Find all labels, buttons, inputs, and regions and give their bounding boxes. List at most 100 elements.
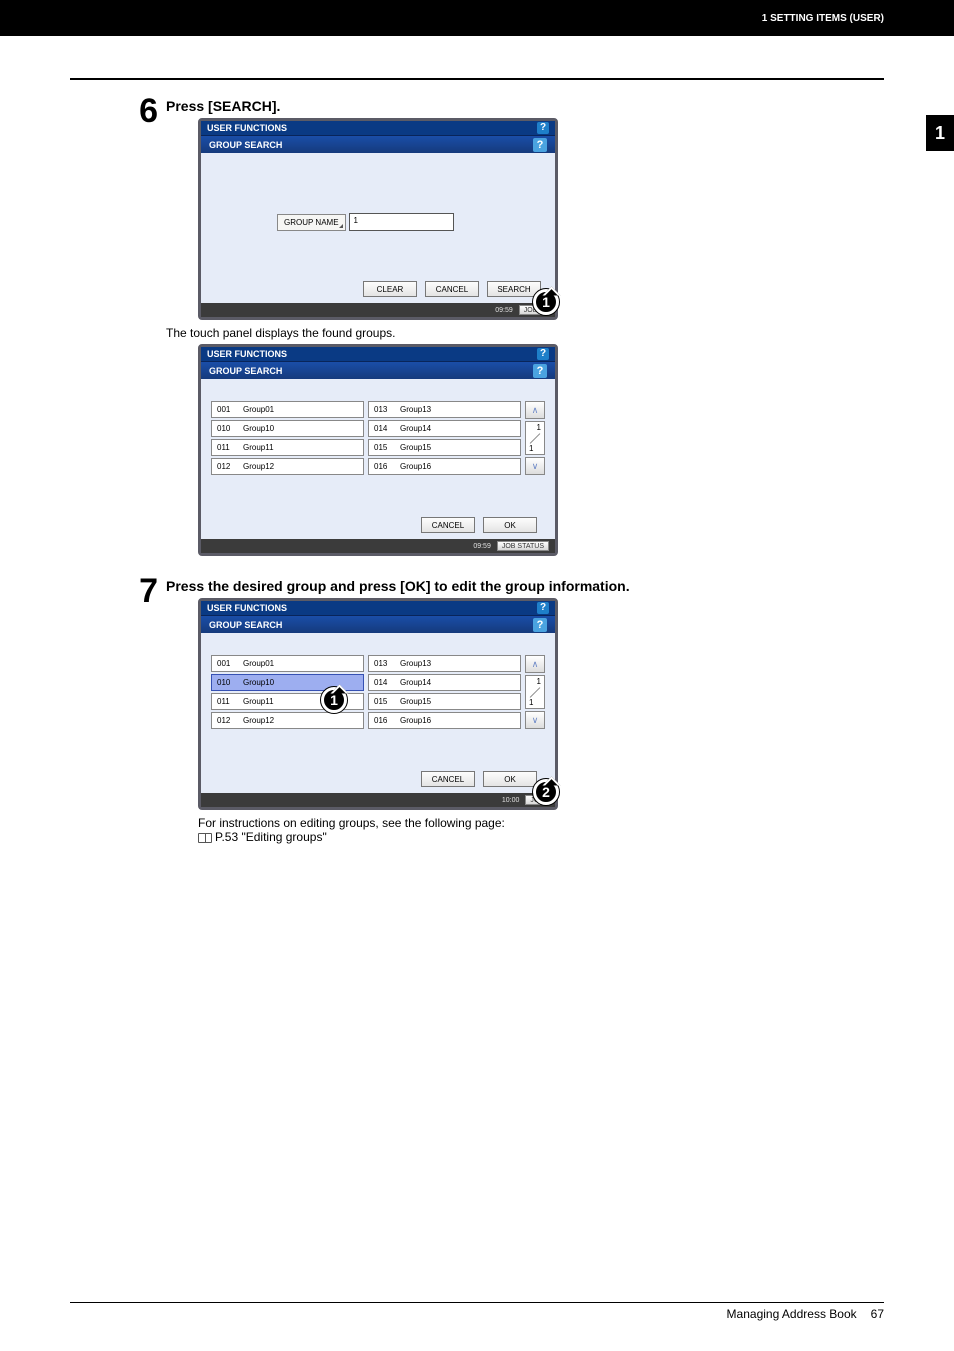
help-icon[interactable]: ?	[533, 618, 547, 632]
group-name: Group13	[400, 405, 431, 414]
panel-group-search-input: USER FUNCTIONS ? GROUP SEARCH ? GROUP NA…	[198, 118, 558, 320]
panel-title: USER FUNCTIONS	[207, 349, 287, 359]
group-name-input[interactable]: 1	[349, 213, 454, 231]
step-number-7: 7	[120, 574, 158, 608]
page-indicator: 1 1	[525, 421, 545, 455]
group-list-item[interactable]: 015 Group15	[368, 693, 521, 710]
group-name: Group15	[400, 697, 431, 706]
group-list-item[interactable]: 016 Group16	[368, 458, 521, 475]
group-list-item[interactable]: 010 Group10	[211, 420, 364, 437]
cancel-button[interactable]: CANCEL	[421, 517, 475, 533]
group-name-button[interactable]: GROUP NAME	[277, 214, 346, 231]
callout-2: 2	[533, 779, 559, 805]
help-icon[interactable]: ?	[537, 122, 549, 134]
group-list-item[interactable]: 012Group12	[211, 458, 364, 475]
group-name: Group12	[243, 716, 274, 725]
group-list-item[interactable]: 001 Group01	[211, 655, 364, 672]
group-list-item[interactable]: 014Group14	[368, 674, 521, 691]
footer-time: 09:59	[473, 543, 491, 550]
subbar-title: GROUP SEARCH	[209, 140, 282, 150]
page-footer: Managing Address Book 67	[70, 1302, 884, 1321]
group-list-item[interactable]: 014 Group14	[368, 420, 521, 437]
panel-title: USER FUNCTIONS	[207, 603, 287, 613]
group-id: 015	[374, 443, 394, 452]
header-section: 1 SETTING ITEMS (USER)	[762, 13, 884, 24]
step6-note: The touch panel displays the found group…	[166, 326, 884, 340]
help-icon[interactable]: ?	[533, 364, 547, 378]
step-number-6: 6	[120, 94, 158, 128]
group-id: 001	[217, 659, 237, 668]
group-list-item[interactable]: 015 Group15	[368, 439, 521, 456]
search-button[interactable]: SEARCH	[487, 281, 541, 297]
group-name: Group16	[400, 462, 431, 471]
footer-title: Managing Address Book	[727, 1307, 857, 1321]
group-name: Group01	[243, 405, 274, 414]
group-name: Group16	[400, 716, 431, 725]
panel-subbar: GROUP SEARCH ?	[201, 615, 555, 633]
panel-subbar: GROUP SEARCH ?	[201, 361, 555, 379]
group-id: 001	[217, 405, 237, 414]
panel-title: USER FUNCTIONS	[207, 123, 287, 133]
job-status-button[interactable]: JOB STATUS	[497, 541, 549, 551]
reference-intro: For instructions on editing groups, see …	[198, 816, 884, 830]
panel-group-search-select: USER FUNCTIONS ? GROUP SEARCH ? 001 Group…	[198, 598, 558, 810]
group-name: Group12	[243, 462, 274, 471]
footer-time: 10:00	[502, 797, 520, 804]
scroll-down-button[interactable]: ∨	[525, 711, 545, 729]
group-list-item[interactable]: 001 Group01	[211, 401, 364, 418]
group-name: Group13	[400, 659, 431, 668]
group-id: 012	[217, 716, 237, 725]
panel-titlebar: USER FUNCTIONS ?	[201, 601, 555, 615]
group-name: Group10	[243, 678, 274, 687]
callout-1: 1	[321, 687, 347, 713]
panel-group-search-results: USER FUNCTIONS ? GROUP SEARCH ? 001 Group…	[198, 344, 558, 556]
ok-button[interactable]: OK	[483, 771, 537, 787]
cancel-button[interactable]: CANCEL	[421, 771, 475, 787]
chapter-tab: 1	[926, 115, 954, 151]
group-id: 016	[374, 462, 394, 471]
step7-title: Press the desired group and press [OK] t…	[166, 578, 884, 594]
group-list-item[interactable]: 012 Group12	[211, 712, 364, 729]
footer-time: 09:59	[495, 307, 513, 314]
group-name: Group15	[400, 443, 431, 452]
help-icon[interactable]: ?	[533, 138, 547, 152]
page-header: 1 SETTING ITEMS (USER)	[0, 0, 954, 36]
callout-1: 1	[533, 289, 559, 315]
panel-footer: 10:00 JOB	[201, 793, 555, 807]
ok-button[interactable]: OK	[483, 517, 537, 533]
group-id: 011	[217, 697, 237, 706]
panel-titlebar: USER FUNCTIONS ?	[201, 347, 555, 361]
reference-link[interactable]: P.53 "Editing groups"	[198, 830, 884, 844]
group-id: 013	[374, 405, 394, 414]
subbar-title: GROUP SEARCH	[209, 620, 282, 630]
group-id: 015	[374, 697, 394, 706]
group-id: 011	[217, 443, 237, 452]
step6-title: Press [SEARCH].	[166, 98, 884, 114]
group-id: 014	[374, 424, 394, 433]
panel-footer: 09:59 JOB S	[201, 303, 555, 317]
book-icon	[198, 833, 212, 843]
panel-titlebar: USER FUNCTIONS ?	[201, 121, 555, 135]
group-list-item[interactable]: 013Group13	[368, 655, 521, 672]
scroll-up-button[interactable]: ∧	[525, 655, 545, 673]
cancel-button[interactable]: CANCEL	[425, 281, 479, 297]
help-icon[interactable]: ?	[537, 348, 549, 360]
clear-button[interactable]: CLEAR	[363, 281, 417, 297]
group-id: 010	[217, 424, 237, 433]
group-name: Group01	[243, 659, 274, 668]
footer-page: 67	[871, 1307, 884, 1321]
group-name: Group14	[400, 424, 431, 433]
group-list-item[interactable]: 016Group16	[368, 712, 521, 729]
group-list-item[interactable]: 011 Group11	[211, 439, 364, 456]
group-name: Group11	[243, 697, 274, 706]
scroll-down-button[interactable]: ∨	[525, 457, 545, 475]
group-list-item[interactable]: 013 Group13	[368, 401, 521, 418]
group-name: Group14	[400, 678, 431, 687]
page-indicator: 1 1	[525, 675, 545, 709]
scroll-up-button[interactable]: ∧	[525, 401, 545, 419]
group-name: Group10	[243, 424, 274, 433]
top-rule	[70, 78, 884, 80]
panel-footer: 09:59 JOB STATUS	[201, 539, 555, 553]
group-name: Group11	[243, 443, 274, 452]
help-icon[interactable]: ?	[537, 602, 549, 614]
